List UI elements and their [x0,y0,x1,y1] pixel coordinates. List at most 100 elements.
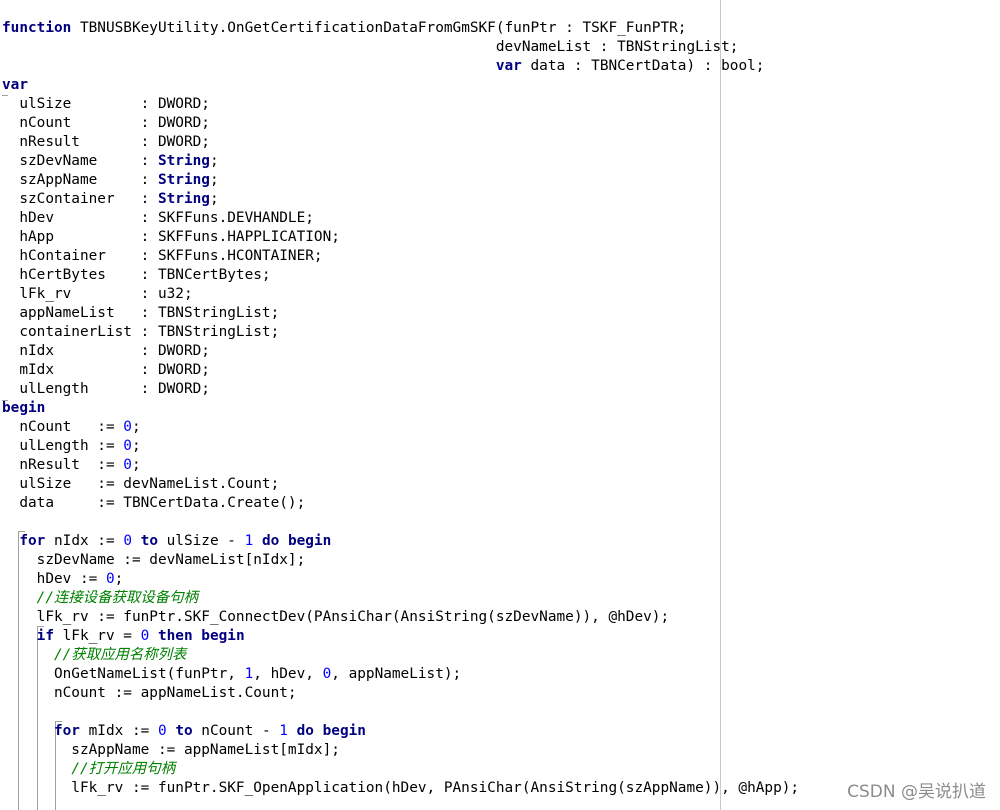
number-token: 0 [157,723,167,739]
code-text: , hDev, [253,666,323,682]
keyword-token: to [140,533,158,549]
code-text: nResult := [2,457,124,473]
keyword-token: to [175,723,193,739]
code-line: szAppName : String; [2,171,1000,190]
keyword-token: String [157,172,210,188]
code-line: nResult := 0; [2,456,1000,475]
code-line: for mIdx := 0 to nCount - 1 do begin [2,722,1000,741]
number-token: 0 [123,533,132,549]
code-line: devNameList : TBNStringList; [2,38,1000,57]
code-text: hCertBytes : TBNCertBytes; [2,267,271,283]
code-line: var data : TBNCertData) : bool; [2,57,1000,76]
code-text: nIdx : DWORD; [2,343,210,359]
keyword-token: begin [287,533,332,549]
code-text: lFk_rv := funPtr.SKF_OpenApplication(hDe… [2,780,800,796]
number-token: 0 [322,666,332,682]
code-text: ; [209,191,219,207]
code-text: ; [131,457,141,473]
code-line: nCount := appNameList.Count; [2,684,1000,703]
keyword-token: then [157,628,193,644]
number-token: 1 [279,723,288,739]
code-text: TBNUSBKeyUtility.OnGetCertificationDataF… [71,20,687,36]
code-text: lFk_rv := funPtr.SKF_ConnectDev(PAnsiCha… [2,609,670,625]
code-line: //连接设备获取设备句柄 [2,589,1000,608]
code-line: lFk_rv : u32; [2,285,1000,304]
keyword-token: begin [201,628,245,644]
code-line: hApp : SKFFuns.HAPPLICATION; [2,228,1000,247]
code-text: nCount - [192,723,280,739]
comment-token: //获取应用名称列表 [53,647,187,663]
keyword-token: var [2,77,28,93]
number-token: 1 [244,533,254,549]
code-line: ulLength := 0; [2,437,1000,456]
code-text: szAppName := appNameList[mIdx]; [2,742,340,758]
code-line: mIdx : DWORD; [2,361,1000,380]
code-text: szDevName : [2,153,158,169]
number-token: 0 [123,419,132,435]
keyword-token: String [157,191,210,207]
number-token: 0 [123,438,132,454]
code-line: nCount : DWORD; [2,114,1000,133]
code-text: ; [209,153,219,169]
code-text: mIdx : DWORD; [2,362,210,378]
code-text: ; [131,419,141,435]
code-line: function TBNUSBKeyUtility.OnGetCertifica… [2,19,1000,38]
code-text: szContainer : [2,191,158,207]
csdn-watermark: CSDN @吴说扒道 [847,782,986,802]
code-line: hDev := 0; [2,570,1000,589]
keyword-token: do [296,723,314,739]
code-text: ; [209,172,219,188]
keyword-token: do [261,533,280,549]
code-text: szDevName := devNameList[nIdx]; [2,552,306,568]
code-text: data := TBNCertData.Create(); [2,495,306,511]
code-text: ulSize := devNameList.Count; [2,476,280,492]
code-line: szContainer : String; [2,190,1000,209]
code-line: appNameList : TBNStringList; [2,304,1000,323]
code-text: nResult : DWORD; [2,134,210,150]
number-token: 0 [123,457,132,473]
code-text: ; [131,438,141,454]
number-token: 1 [244,666,254,682]
code-text: nCount := [2,419,124,435]
code-area[interactable]: function TBNUSBKeyUtility.OnGetCertifica… [2,19,1000,798]
code-text: ulLength := [2,438,124,454]
code-text: , appNameList); [331,666,462,682]
code-text: hDev := [2,571,106,587]
code-line: OnGetNameList(funPtr, 1, hDev, 0, appNam… [2,665,1000,684]
code-line: ulSize : DWORD; [2,95,1000,114]
code-line: for nIdx := 0 to ulSize - 1 do begin [2,532,1000,551]
code-line: hCertBytes : TBNCertBytes; [2,266,1000,285]
code-line: nIdx : DWORD; [2,342,1000,361]
code-editor[interactable]: function TBNUSBKeyUtility.OnGetCertifica… [0,0,1000,810]
code-text: nCount := appNameList.Count; [2,685,297,701]
code-line: szDevName := devNameList[nIdx]; [2,551,1000,570]
code-text: devNameList : TBNStringList; [2,39,739,55]
code-text: data : TBNCertData) : bool; [521,58,765,74]
code-text: hContainer : SKFFuns.HCONTAINER; [2,248,323,264]
number-token: 0 [105,571,115,587]
code-text: lFk_rv = [53,628,141,644]
code-text: appNameList : TBNStringList; [2,305,280,321]
code-text: OnGetNameList(funPtr, [2,666,245,682]
code-text: hDev : SKFFuns.DEVHANDLE; [2,210,314,226]
keyword-token: if [36,628,54,644]
code-line: nResult : DWORD; [2,133,1000,152]
code-text: ulSize - [157,533,245,549]
keyword-token: for [53,723,80,739]
keyword-token: String [157,153,210,169]
code-text: containerList : TBNStringList; [2,324,280,340]
code-line: if lFk_rv = 0 then begin [2,627,1000,646]
